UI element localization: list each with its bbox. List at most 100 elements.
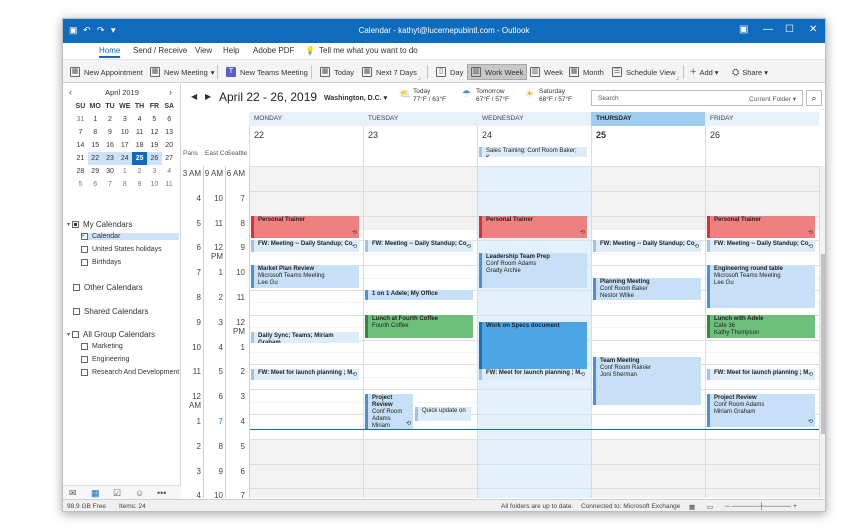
mini-calendar-day[interactable]: 24 [117,152,133,165]
event-daily-standup[interactable]: FW: Meeting -- Daily Standup; Co ⟲ [365,240,473,253]
group-checkbox[interactable] [73,308,80,315]
day-header-friday[interactable]: FRIDAY [705,112,819,126]
mini-calendar-day[interactable]: 2 [103,113,118,126]
mini-calendar-day[interactable]: 9 [103,126,118,139]
mini-calendar-day[interactable]: 31 [73,113,88,126]
mini-calendar-day[interactable]: 11 [162,178,177,191]
folder-research[interactable]: Research And Development [81,369,179,376]
mini-calendar-day[interactable]: 2 [132,165,147,178]
mini-calendar-day[interactable]: 23 [102,152,118,165]
tab-send-receive[interactable]: Send / Receive [133,46,187,55]
mini-calendar-day[interactable]: 8 [117,178,132,191]
event-launch-planning[interactable]: FW: Meet for launch planning ; M ⟲ [479,369,587,380]
new-teams-meeting-button[interactable]: T New Teams Meeting [223,64,311,80]
mini-calendar-day[interactable]: 28 [73,165,88,178]
all-day-area[interactable] [249,126,363,166]
event-lunch-fourth-coffee[interactable]: Lunch at Fourth Coffee Fourth Coffee [365,314,473,338]
checkbox[interactable] [81,369,88,376]
mini-calendar-day[interactable]: 4 [132,113,147,126]
event-daily-standup[interactable]: FW: Meeting -- Daily Standup; Co ⟲ [707,240,815,253]
mini-calendar-day[interactable]: 9 [132,178,147,191]
group-checkbox[interactable] [72,221,80,228]
mini-calendar-day[interactable]: 13 [162,126,177,139]
event-project-review[interactable]: Project ReviewConf RoomAdamsMiriam Graha… [365,394,413,430]
mini-calendar-day[interactable]: 20 [162,139,177,152]
mini-calendar-day[interactable]: 19 [147,139,162,152]
add-calendar-button[interactable]: + Add ▾ [687,64,722,80]
mini-calendar-day[interactable]: 30 [103,165,118,178]
mini-calendar-day[interactable]: 15 [88,139,103,152]
mini-calendar-day[interactable]: 7 [73,126,88,139]
more-icon[interactable]: ••• [157,488,166,498]
search-input[interactable]: Search Current Folder ▾ [591,90,803,106]
tab-help[interactable]: Help [223,46,239,55]
search-scope-dropdown[interactable]: Current Folder ▾ [749,95,796,103]
mini-calendar-day[interactable]: 6 [88,178,103,191]
month-view-button[interactable]: ▦ Month [566,64,607,80]
event-team-meeting[interactable]: Team Meeting Conf Room Rainier Joni Sherma… [593,356,701,405]
event-daily-standup[interactable]: FW: Meeting -- Daily Standup; Co ⟲ [593,240,701,253]
minimize-button[interactable]: — [763,24,773,35]
mini-calendar-day[interactable]: 25 [132,152,147,165]
tell-me-box[interactable]: Tell me what you want to do [319,46,418,55]
mini-calendar-day[interactable]: 3 [117,113,132,126]
dialog-launcher-icon[interactable]: ⌟ [676,74,679,81]
scroll-thumb[interactable] [821,254,825,434]
mini-calendar-day[interactable]: 21 [73,152,88,165]
event-quick-update[interactable]: Quick update on [415,406,471,421]
mini-calendar-day[interactable]: 17 [117,139,132,152]
mail-icon[interactable]: ✉ [69,488,77,499]
event-daily-sync[interactable]: Daily Sync; Teams; Miriam Graham [251,332,359,343]
folder-birthdays[interactable]: Birthdays [81,259,121,266]
schedule-view-button[interactable]: ☰ Schedule View [609,64,678,80]
tab-adobe-pdf[interactable]: Adobe PDF [253,46,294,55]
day-header-thursday[interactable]: THURSDAY [591,112,705,126]
event-daily-standup[interactable]: FW: Meeting -- Daily Standup; Co ⟲ [251,240,359,253]
mini-calendar-day[interactable]: 12 [147,126,162,139]
vertical-scrollbar[interactable] [819,166,825,498]
week-view-button[interactable]: ▥ Week [527,64,566,80]
search-icon[interactable]: ⌕ [806,90,822,106]
mini-calendar-day[interactable]: 18 [132,139,147,152]
mini-calendar-day[interactable]: 7 [103,178,118,191]
allday-event-sales-training[interactable]: Sales Training; Conf Room Baker; K... [479,147,587,157]
next-week-icon[interactable]: ▶ [205,92,211,101]
previous-week-icon[interactable]: ◀ [191,92,197,101]
other-calendars-group[interactable]: Other Calendars [73,283,143,292]
mini-calendar-day[interactable]: 1 [117,165,132,178]
dialog-launcher-icon[interactable]: ⌟ [418,74,421,81]
event-lunch-with-adele[interactable]: Lunch with Adele Cafe 36 Kathy Thompson [707,314,815,338]
day-view-button[interactable]: ▯ Day [433,64,466,80]
mini-calendar-day[interactable]: 6 [162,113,177,126]
new-meeting-button[interactable]: ▦ New Meeting ▾ [147,64,218,80]
people-icon[interactable]: ☺ [135,488,144,498]
tab-home[interactable]: Home [99,46,121,58]
folder-marketing[interactable]: Marketing [81,343,123,350]
mini-calendar-day[interactable]: 27 [162,152,177,165]
mini-calendar-day[interactable]: 10 [117,126,132,139]
all-group-calendars[interactable]: ▾ All Group Calendars [67,330,155,339]
day-header-wednesday[interactable]: WEDNESDAY [477,112,591,126]
folder-engineering[interactable]: Engineering [81,356,129,363]
event-planning-meeting[interactable]: Planning Meeting Conf Room Baker Nestor Wi… [593,277,701,301]
folder-calendar[interactable]: Calendar [81,231,179,240]
work-week-view-button[interactable]: ▥ Work Week [467,64,528,80]
mini-calendar-day[interactable]: 1 [88,113,103,126]
group-checkbox[interactable] [72,331,80,338]
all-day-area[interactable] [363,126,477,166]
today-button[interactable]: ▦ Today [317,64,357,80]
group-checkbox[interactable] [73,284,80,291]
event-work-on-specs[interactable]: Work on Specs document [479,322,587,370]
all-day-area[interactable] [705,126,819,166]
location-selector[interactable]: Washington, D.C. ▾ [324,94,387,102]
event-launch-planning[interactable]: FW: Meet for launch planning ; M ⟲ [707,369,815,380]
event-one-on-one[interactable]: 1 on 1 Adele; My Office [365,290,473,301]
share-button[interactable]: ⛭ Share ▾ [729,64,771,80]
mini-calendar-day[interactable]: 8 [88,126,103,139]
tab-view[interactable]: View [195,46,212,55]
zoom-slider[interactable]: ─ ──────┼────── + [725,503,797,510]
new-appointment-button[interactable]: ▦ New Appointment [67,64,146,80]
event-leadership-prep[interactable]: Leadership Team Prep Conf Room Adams Grady… [479,252,587,288]
mini-calendar-day[interactable]: 14 [73,139,88,152]
mini-calendar-day[interactable]: 5 [73,178,88,191]
